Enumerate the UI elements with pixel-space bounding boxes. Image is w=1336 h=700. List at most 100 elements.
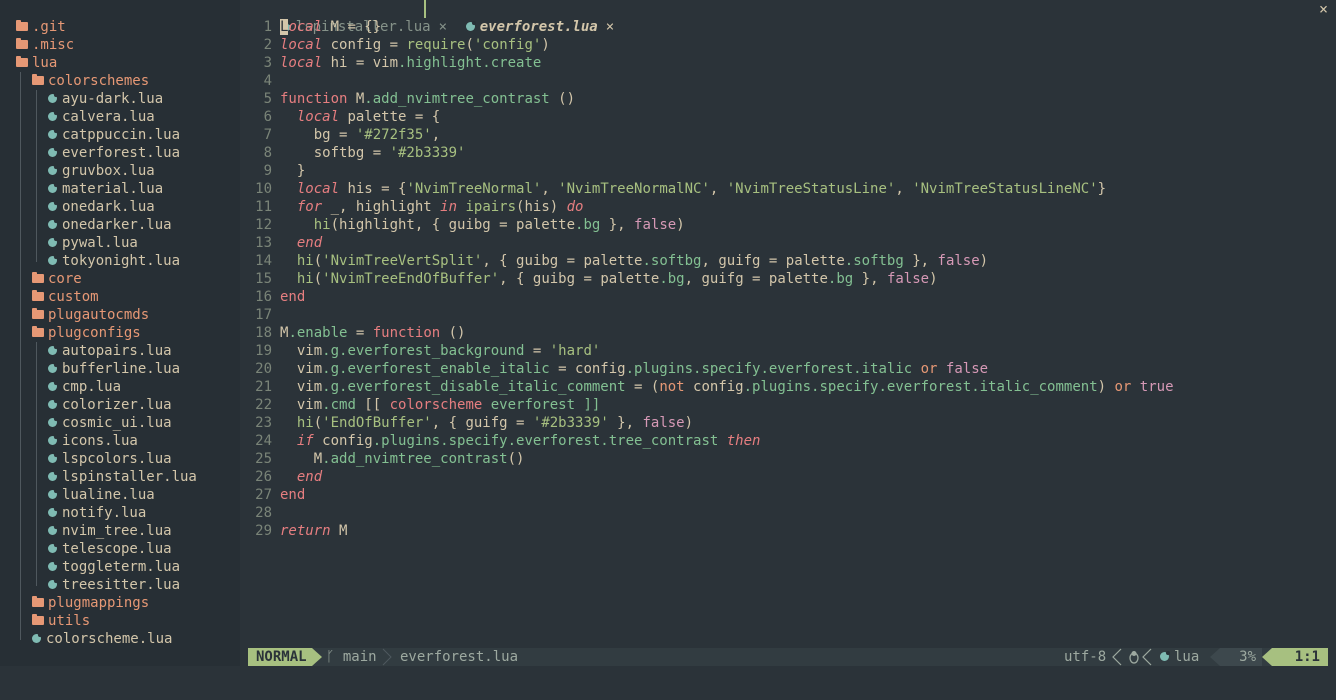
tree-item-label: tokyonight.lua [62,253,181,269]
code-token: , { guifg = [431,415,533,431]
tree-folder[interactable]: .misc [16,36,74,54]
code-line[interactable]: end [280,486,305,504]
code-line[interactable]: end [280,468,322,486]
tree-item-label: .git [32,19,66,35]
tree-file[interactable]: toggleterm.lua [48,558,180,576]
tree-folder[interactable]: plugmappings [32,594,149,612]
tree-file[interactable]: onedarker.lua [48,216,172,234]
line-number: 3 [263,55,272,71]
tree-file[interactable]: autopairs.lua [48,342,172,360]
code-line[interactable]: local his = {'NvimTreeNormal', 'NvimTree… [280,180,1106,198]
tree-item-label: pywal.lua [62,235,138,251]
code-token: , { guibg = palette [499,271,660,287]
tree-file[interactable]: bufferline.lua [48,360,180,378]
tree-file[interactable]: onedark.lua [48,198,155,216]
tree-file[interactable]: notify.lua [48,504,146,522]
code-line[interactable]: bg = '#272f35', [280,126,440,144]
code-token: '#2b3339' [389,145,466,161]
code-token: false [937,253,980,269]
tree-item-label: lspinstaller.lua [62,469,197,485]
code-line[interactable]: M.add_nvimtree_contrast() [280,450,525,468]
code-line[interactable]: if config.plugins.specify.everforest.tre… [280,432,761,450]
line-number: 18 [255,325,272,341]
tree-item-label: cmp.lua [62,379,122,395]
tree-file[interactable]: calvera.lua [48,108,155,126]
tab-lspinstaller[interactable]: lspinstaller.lua × [248,0,447,35]
tree-folder[interactable]: .git [16,18,66,36]
code-token: .enable [288,325,348,341]
code-token: , [709,181,727,197]
tree-file[interactable]: lspcolors.lua [48,450,172,468]
tree-folder[interactable]: core [32,270,82,288]
tree-file[interactable]: nvim_tree.lua [48,522,172,540]
code-line[interactable]: hi('NvimTreeEndOfBuffer', { guibg = pale… [280,270,938,288]
code-line[interactable]: softbg = '#2b3339' [280,144,466,162]
code-line[interactable]: M.enable = function () [280,324,465,342]
indent-guide [36,342,37,586]
lua-file-icon [48,471,58,481]
tree-file[interactable]: treesitter.lua [48,576,180,594]
code-line[interactable]: for _, highlight in ipairs(his) do [280,198,584,216]
tree-folder[interactable]: lua [16,54,57,72]
tree-file[interactable]: cmp.lua [48,378,121,396]
code-line[interactable]: local palette = { [280,108,440,126]
code-token: , [431,127,441,143]
code-token: local [296,109,340,125]
code-line[interactable]: vim.g.everforest_background = 'hard' [280,342,600,360]
tree-file[interactable]: catppuccin.lua [48,126,180,144]
tree-file[interactable]: cosmic_ui.lua [48,414,172,432]
code-token: .add_nvimtree_contrast [364,91,550,107]
code-line[interactable]: vim.g.everforest_disable_italic_comment … [280,378,1174,396]
command-line[interactable] [0,666,1336,700]
tree-folder[interactable]: utils [32,612,90,630]
tree-file[interactable]: ayu-dark.lua [48,90,163,108]
line-number: 1 [263,19,272,35]
code-token: () [440,325,466,341]
code-token: hi [296,253,314,269]
code-line[interactable]: vim.g.everforest_enable_italic = config.… [280,360,988,378]
tree-file[interactable]: colorizer.lua [48,396,172,414]
close-window-icon[interactable]: × [1319,0,1328,18]
tree-folder[interactable]: plugautocmds [32,306,149,324]
tree-item-label: plugautocmds [48,307,150,323]
line-number: 25 [255,451,272,467]
code-line[interactable]: end [280,234,322,252]
tree-file[interactable]: lspinstaller.lua [48,468,197,486]
tree-file[interactable]: colorscheme.lua [32,630,172,648]
code-line[interactable]: return M [280,522,347,540]
tree-file[interactable]: tokyonight.lua [48,252,180,270]
code-token: () [507,451,525,467]
tree-file[interactable]: pywal.lua [48,234,138,252]
file-progress: 3% [1220,648,1262,666]
code-line[interactable]: function M.add_nvimtree_contrast () [280,90,575,108]
code-line[interactable]: Local M = {} [280,18,381,36]
code-line[interactable]: hi(highlight, { guibg = palette.bg }, fa… [280,216,685,234]
git-branch-icon: ᚴ [326,649,335,665]
encoding: utf-8 [1064,649,1107,665]
tree-file[interactable]: telescope.lua [48,540,172,558]
tab-everforest[interactable]: everforest.lua × [432,0,614,35]
tree-folder[interactable]: colorschemes [32,72,149,90]
code-token: config = [322,37,407,53]
code-line[interactable]: local config = require('config') [280,36,550,54]
tree-file[interactable]: lualine.lua [48,486,155,504]
tree-folder[interactable]: plugconfigs [32,324,141,342]
folder-icon [16,56,28,67]
tree-file[interactable]: everforest.lua [48,144,180,162]
tree-folder[interactable]: custom [32,288,99,306]
code-line[interactable]: hi('NvimTreeVertSplit', { guibg = palett… [280,252,988,270]
code-line[interactable]: hi('EndOfBuffer', { guifg = '#2b3339' },… [280,414,693,432]
code-editor[interactable]: 1 Local M = {} 2 local config = require('co… [240,18,1336,648]
lua-file-icon [48,435,58,445]
tree-file[interactable]: material.lua [48,180,163,198]
lua-file-icon [48,255,58,265]
code-line[interactable]: } [280,162,305,180]
tree-file[interactable]: icons.lua [48,432,138,450]
code-line[interactable]: local hi = vim.highlight.create [280,54,541,72]
code-line[interactable]: end [280,288,305,306]
tree-file[interactable]: gruvbox.lua [48,162,155,180]
code-line[interactable]: vim.cmd [[ colorscheme everforest ]] [280,396,600,414]
